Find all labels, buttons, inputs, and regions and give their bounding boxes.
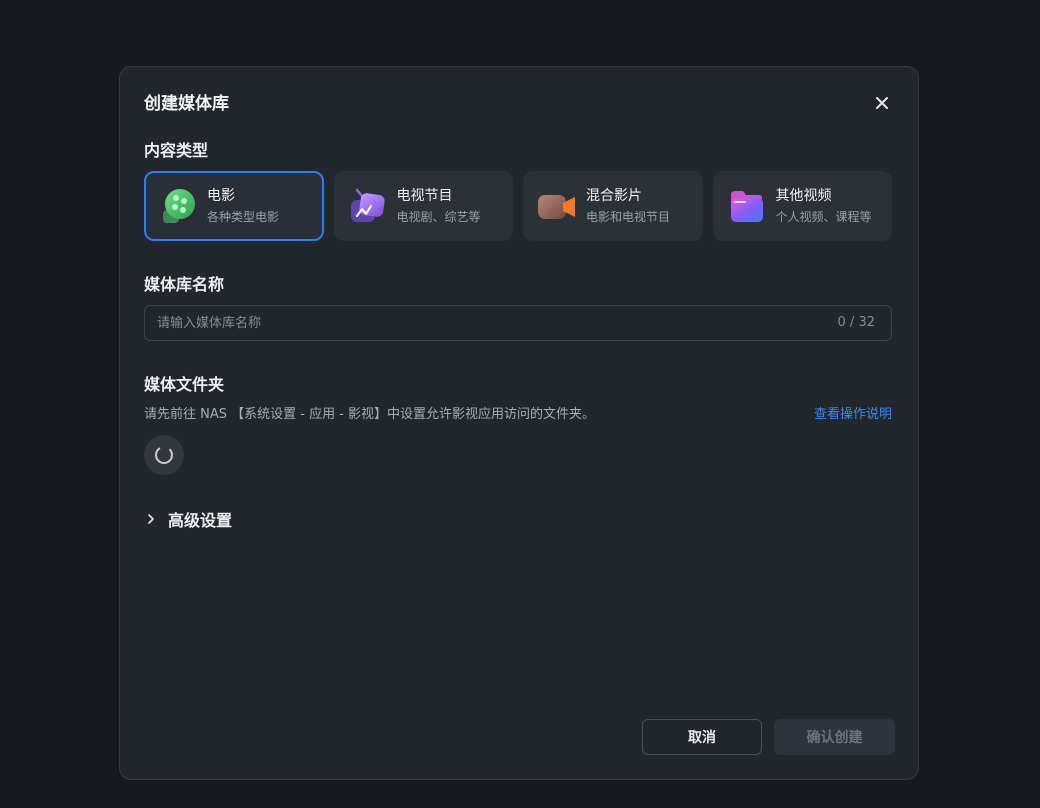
content-type-label: 内容类型 [144,141,209,160]
spinner-icon [155,446,173,464]
type-option-other[interactable]: 其他视频 个人视频、课程等 [712,171,892,241]
library-name-input[interactable] [145,306,805,340]
type-option-desc: 个人视频、课程等 [775,210,872,224]
tv-icon [350,188,385,222]
type-option-movie[interactable]: 电影 各种类型电影 [144,171,324,241]
library-name-label: 媒体库名称 [144,275,225,294]
folder-icon [730,191,763,222]
type-option-desc: 电影和电视节目 [586,210,671,224]
dialog-title: 创建媒体库 [144,94,229,114]
char-counter: 0 / 32 [837,315,875,330]
type-option-title: 其他视频 [775,188,832,204]
type-option-mixed[interactable]: 混合影片 电影和电视节目 [523,171,703,241]
type-option-tv[interactable]: 电视节目 电视剧、综艺等 [333,171,513,241]
media-folder-hint: 请先前往 NAS 【系统设置 - 应用 - 影视】中设置允许影视应用访问的文件夹… [144,407,596,422]
type-option-title: 混合影片 [586,188,642,204]
type-option-desc: 电视剧、综艺等 [396,210,481,224]
type-option-title: 电视节目 [396,188,453,204]
type-option-title: 电影 [207,188,235,204]
advanced-settings-label: 高级设置 [168,511,233,530]
media-folder-label: 媒体文件夹 [144,375,225,394]
confirm-create-button[interactable]: 确认创建 [774,719,895,755]
type-option-desc: 各种类型电影 [207,210,280,224]
content-type-options: 电影 各种类型电影 电视节目 电视剧、综艺等 混合影片 电影和电视节目 其他视频… [144,171,892,241]
video-camera-icon [538,195,575,219]
close-button[interactable] [872,93,892,113]
cancel-button[interactable]: 取消 [642,719,762,755]
library-name-field: 0 / 32 [144,305,892,341]
advanced-settings-toggle[interactable]: 高级设置 [144,507,232,531]
help-link[interactable]: 查看操作说明 [814,406,892,424]
folder-loading [144,435,184,475]
create-library-dialog: 创建媒体库 内容类型 电影 各种类型电影 电视节目 电视剧、综艺等 混合影片 电… [119,66,919,780]
close-icon [876,97,888,109]
film-reel-icon [163,189,195,223]
chevron-right-icon [148,514,154,524]
